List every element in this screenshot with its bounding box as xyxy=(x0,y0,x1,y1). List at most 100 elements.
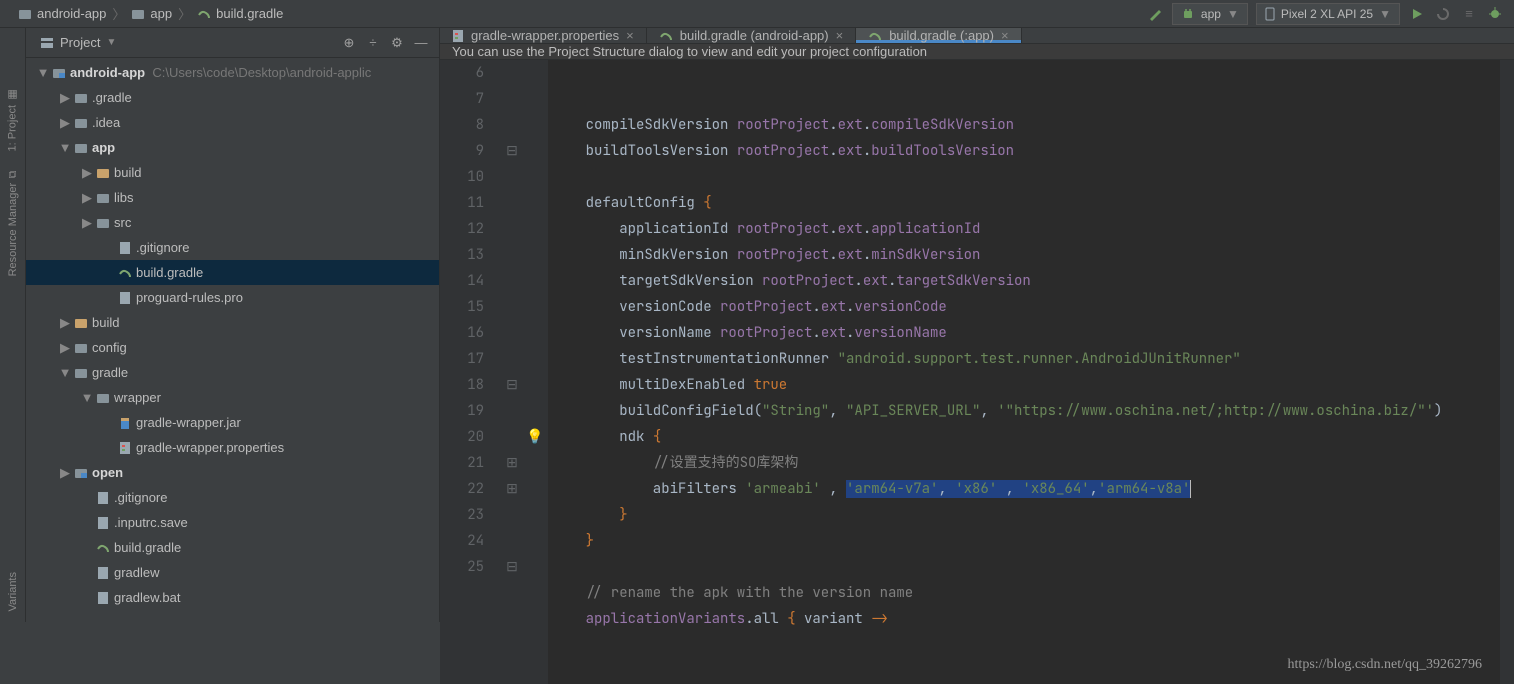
fold-marker-icon[interactable] xyxy=(502,112,522,138)
line-number[interactable]: 21 xyxy=(440,450,484,476)
code-line[interactable]: } xyxy=(552,528,1500,554)
apply-code-changes-icon[interactable]: ≡ xyxy=(1460,5,1478,23)
code-line[interactable]: minSdkVersion rootProject.ext.minSdkVers… xyxy=(552,242,1500,268)
tree-row[interactable]: ▶src xyxy=(26,210,439,235)
code-line[interactable]: defaultConfig { xyxy=(552,190,1500,216)
close-icon[interactable]: × xyxy=(1001,28,1009,43)
tree-row[interactable]: ▶build xyxy=(26,310,439,335)
line-number[interactable]: 9 xyxy=(440,138,484,164)
fold-marker-icon[interactable] xyxy=(502,346,522,372)
expand-arrow-icon[interactable]: ▶ xyxy=(58,315,72,331)
fold-marker-icon[interactable] xyxy=(502,502,522,528)
code-content[interactable]: compileSdkVersion rootProject.ext.compil… xyxy=(548,60,1500,684)
line-number[interactable]: 19 xyxy=(440,398,484,424)
expand-arrow-icon[interactable]: ▼ xyxy=(80,390,94,405)
expand-arrow-icon[interactable]: ▶ xyxy=(58,340,72,356)
hide-icon[interactable]: — xyxy=(413,35,429,51)
code-line[interactable]: testInstrumentationRunner "android.suppo… xyxy=(552,346,1500,372)
tool-tab-variants[interactable]: Variants xyxy=(7,572,19,612)
code-line[interactable]: versionCode rootProject.ext.versionCode xyxy=(552,294,1500,320)
line-number[interactable]: 18 xyxy=(440,372,484,398)
line-number[interactable]: 10 xyxy=(440,164,484,190)
tree-row[interactable]: ▼app xyxy=(26,135,439,160)
tree-row[interactable]: ▶.gradle xyxy=(26,85,439,110)
fold-marker-icon[interactable] xyxy=(502,320,522,346)
settings-icon[interactable]: ⚙ xyxy=(389,35,405,51)
tree-row[interactable]: gradlew.bat xyxy=(26,585,439,610)
intention-bulb-icon[interactable]: 💡 xyxy=(522,424,548,450)
line-number[interactable]: 12 xyxy=(440,216,484,242)
code-line[interactable]: compileSdkVersion rootProject.ext.compil… xyxy=(552,112,1500,138)
tree-row[interactable]: .gitignore xyxy=(26,485,439,510)
code-line[interactable]: ndk { xyxy=(552,424,1500,450)
fold-marker-icon[interactable] xyxy=(502,268,522,294)
line-number[interactable]: 11 xyxy=(440,190,484,216)
tree-row[interactable]: build.gradle xyxy=(26,260,439,285)
code-line[interactable]: buildToolsVersion rootProject.ext.buildT… xyxy=(552,138,1500,164)
expand-arrow-icon[interactable]: ▶ xyxy=(80,190,94,206)
tree-row[interactable]: gradle-wrapper.jar xyxy=(26,410,439,435)
line-number[interactable]: 22 xyxy=(440,476,484,502)
error-stripe[interactable] xyxy=(1500,60,1514,684)
line-number[interactable]: 7 xyxy=(440,86,484,112)
fold-column[interactable]: ⊟⊟⊞⊞⊟ xyxy=(502,60,522,684)
expand-arrow-icon[interactable]: ▶ xyxy=(58,90,72,106)
tree-row[interactable]: .inputrc.save xyxy=(26,510,439,535)
tree-row[interactable]: .gitignore xyxy=(26,235,439,260)
tree-row[interactable]: gradle-wrapper.properties xyxy=(26,435,439,460)
line-number[interactable]: 8 xyxy=(440,112,484,138)
line-number[interactable]: 14 xyxy=(440,268,484,294)
tool-tab-project[interactable]: 1: Project ▦ xyxy=(6,88,19,151)
fold-marker-icon[interactable] xyxy=(502,60,522,86)
fold-marker-icon[interactable] xyxy=(502,242,522,268)
line-number[interactable]: 23 xyxy=(440,502,484,528)
line-number[interactable]: 16 xyxy=(440,320,484,346)
expand-arrow-icon[interactable]: ▼ xyxy=(58,140,72,155)
line-number[interactable]: 15 xyxy=(440,294,484,320)
line-number-gutter[interactable]: 678910111213141516171819202122232425 xyxy=(440,60,502,684)
tree-row[interactable]: build.gradle xyxy=(26,535,439,560)
expand-arrow-icon[interactable]: ▶ xyxy=(80,215,94,231)
code-line[interactable]: } xyxy=(552,502,1500,528)
editor-infobar[interactable]: You can use the Project Structure dialog… xyxy=(440,44,1514,60)
fold-marker-icon[interactable]: ⊟ xyxy=(502,372,522,398)
breadcrumb-item[interactable]: android-app xyxy=(18,6,106,21)
line-number[interactable]: 25 xyxy=(440,554,484,580)
expand-all-icon[interactable]: ÷ xyxy=(365,35,381,51)
breadcrumb-item[interactable]: app xyxy=(131,6,172,21)
fold-marker-icon[interactable] xyxy=(502,164,522,190)
breadcrumb-item[interactable]: build.gradle xyxy=(197,6,283,21)
expand-arrow-icon[interactable]: ▶ xyxy=(80,165,94,181)
line-number[interactable]: 20 xyxy=(440,424,484,450)
expand-arrow-icon[interactable]: ▼ xyxy=(36,65,50,80)
tool-tab-resource-manager[interactable]: Resource Manager ⧉ xyxy=(7,171,19,276)
tree-row[interactable]: proguard-rules.pro xyxy=(26,285,439,310)
fold-marker-icon[interactable]: ⊟ xyxy=(502,554,522,580)
debug-icon[interactable] xyxy=(1486,5,1504,23)
select-opened-file-icon[interactable]: ⊕ xyxy=(341,35,357,51)
fold-marker-icon[interactable] xyxy=(502,398,522,424)
fold-marker-icon[interactable] xyxy=(502,86,522,112)
line-number[interactable]: 24 xyxy=(440,528,484,554)
fold-marker-icon[interactable]: ⊟ xyxy=(502,138,522,164)
code-line[interactable] xyxy=(552,554,1500,580)
code-line[interactable]: //设置支持的SO库架构 xyxy=(552,450,1500,476)
code-line[interactable]: targetSdkVersion rootProject.ext.targetS… xyxy=(552,268,1500,294)
fold-marker-icon[interactable] xyxy=(502,424,522,450)
tree-row[interactable]: ▶build xyxy=(26,160,439,185)
tree-row[interactable]: ▼wrapper xyxy=(26,385,439,410)
inspection-column[interactable]: 💡 xyxy=(522,60,548,684)
run-config-selector[interactable]: app ▼ xyxy=(1172,3,1248,25)
fold-marker-icon[interactable]: ⊞ xyxy=(502,476,522,502)
project-tree[interactable]: ▼ android-app C:\Users\code\Desktop\andr… xyxy=(26,58,439,622)
run-icon[interactable] xyxy=(1408,5,1426,23)
close-icon[interactable]: × xyxy=(626,28,634,43)
code-line[interactable]: multiDexEnabled true xyxy=(552,372,1500,398)
code-line[interactable]: abiFilters 'armeabi' , 'arm64-v7a', 'x86… xyxy=(552,476,1500,502)
line-number[interactable]: 6 xyxy=(440,60,484,86)
expand-arrow-icon[interactable]: ▶ xyxy=(58,465,72,481)
tree-root[interactable]: ▼ android-app C:\Users\code\Desktop\andr… xyxy=(26,60,439,85)
project-panel-title[interactable]: Project ▼ xyxy=(40,35,116,50)
editor-tab[interactable]: build.gradle (:app)× xyxy=(856,28,1021,43)
hammer-icon[interactable] xyxy=(1146,5,1164,23)
